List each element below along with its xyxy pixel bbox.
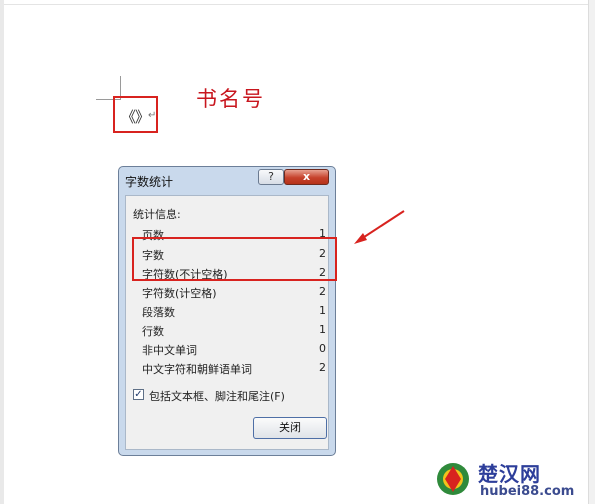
stat-label: 字符数(计空格) [142,287,217,300]
annotation-arrow-icon [354,210,405,244]
page-top-rule [4,4,588,5]
annotation-heading: 书名号 [196,87,265,111]
stat-label: 非中文单词 [142,344,197,357]
stats-highlight-box [132,237,337,281]
watermark-title: 楚汉网 [478,462,541,486]
watermark-logo-icon [437,463,469,495]
paragraph-mark-icon: ↵ [148,110,157,121]
dialog-title: 字数统计 [125,175,174,189]
stat-row-cjk-characters: 中文字符和朝鲜语单词 2 [142,361,326,377]
section-label: 统计信息: [133,208,181,221]
symbol-text[interactable]: 《》 [121,106,150,127]
stat-row-non-chinese-words: 非中文单词 0 [142,342,326,358]
stat-value: 2 [319,285,326,298]
include-textboxes-checkbox[interactable]: ✓ [133,389,144,400]
stat-value: 0 [319,342,326,355]
close-button[interactable]: 关闭 [253,417,327,439]
stat-label: 段落数 [142,306,175,319]
stat-label: 行数 [142,325,164,338]
stat-row-paragraphs: 段落数 1 [142,304,326,320]
dialog-body: 统计信息: 页数 1 字数 2 字符数(不计空格) 2 字符数(计空格) 2 段… [125,195,329,450]
close-window-button[interactable]: x [284,169,329,185]
checkbox-label: 包括文本框、脚注和尾注(F) [149,390,285,403]
page-right-edge [588,0,595,504]
stat-row-chars-with-spaces: 字符数(计空格) 2 [142,285,326,301]
stat-label: 中文字符和朝鲜语单词 [142,363,252,376]
word-count-dialog: 字数统计 ? x 统计信息: 页数 1 字数 2 字符数(不计空格) 2 字符数… [118,166,336,456]
page-left-edge [0,0,4,504]
stat-value: 2 [319,361,326,374]
watermark-url: hubei88.com [480,484,575,499]
help-button[interactable]: ? [258,169,284,185]
stat-value: 1 [319,323,326,336]
stat-value: 1 [319,304,326,317]
stat-row-lines: 行数 1 [142,323,326,339]
